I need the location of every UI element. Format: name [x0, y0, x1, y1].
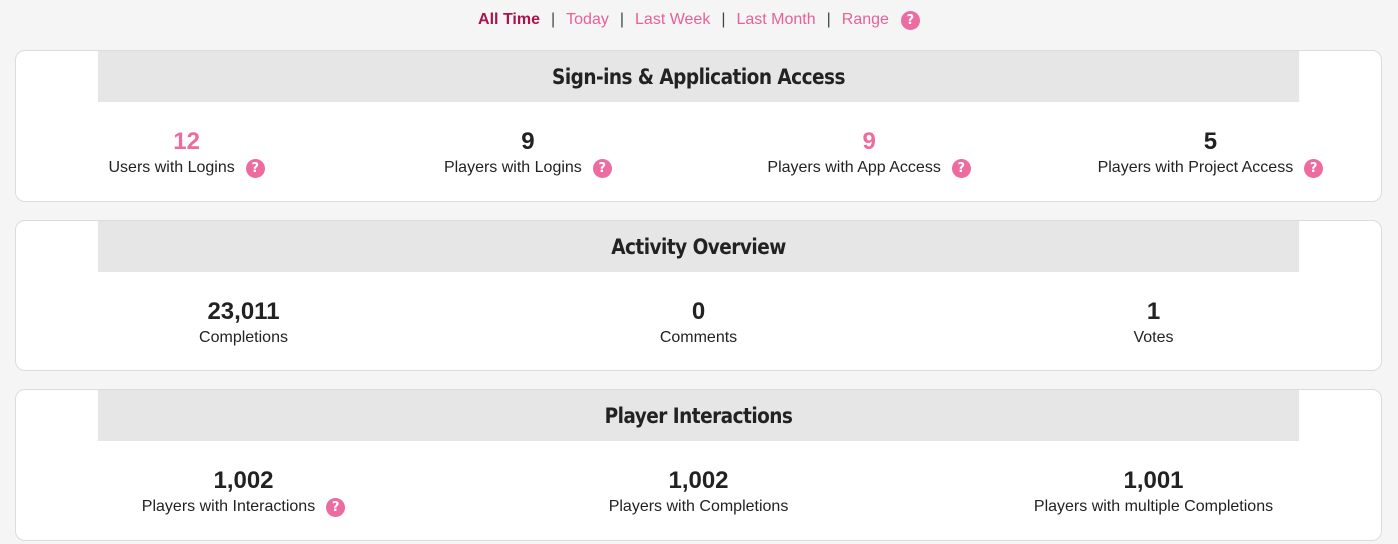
stat-label: Players with Logins	[443, 159, 582, 176]
stat-value: 0	[691, 298, 706, 325]
stat-votes: 1 Votes	[926, 297, 1381, 347]
stat-label: Players with App Access	[767, 159, 941, 176]
stat-value: 1	[1146, 298, 1161, 325]
stat-players-with-multiple-completions: 1,001 Players with multiple Completions	[926, 466, 1381, 516]
stat-players-with-completions: 1,002 Players with Completions	[471, 466, 926, 516]
filter-separator: |	[551, 11, 556, 28]
question-circle-icon[interactable]: ?	[245, 158, 265, 178]
stat-players-with-interactions: 1,002 Players with Interactions ?	[16, 466, 471, 517]
stat-value: 23,011	[207, 298, 280, 325]
stat-value: 1,002	[213, 466, 274, 494]
filter-separator: |	[721, 11, 726, 28]
stat-completions: 23,011 Completions	[16, 297, 471, 347]
filter-last-week[interactable]: Last Week	[635, 11, 710, 29]
stat-users-with-logins: 12 Users with Logins ?	[16, 127, 357, 178]
stat-value: 5	[1203, 127, 1218, 155]
question-circle-icon[interactable]: ?	[900, 10, 920, 30]
filter-all-time[interactable]: All Time	[478, 11, 540, 29]
stat-label: Completions	[199, 329, 288, 346]
stats-row: 1,002 Players with Interactions ? 1,002 …	[16, 441, 1381, 540]
stat-label: Comments	[659, 329, 738, 346]
question-circle-icon[interactable]: ?	[951, 158, 971, 178]
question-circle-icon[interactable]: ?	[326, 497, 346, 517]
stat-players-with-project-access: 5 Players with Project Access ?	[1040, 127, 1381, 178]
stat-label: Votes	[1133, 329, 1174, 346]
signins-card: Sign-ins & Application Access 12 Users w…	[15, 50, 1382, 202]
stat-label: Users with Logins	[108, 159, 235, 176]
section-title: Activity Overview	[97, 221, 1300, 272]
stat-value[interactable]: 12	[16, 127, 357, 157]
stat-label: Players with multiple Completions	[1033, 498, 1274, 515]
stat-value[interactable]: 9	[699, 127, 1040, 157]
stat-comments: 0 Comments	[471, 297, 926, 347]
question-circle-icon[interactable]: ?	[1304, 158, 1324, 178]
activity-card: Activity Overview 23,011 Completions 0 C…	[15, 220, 1382, 371]
stat-value: 1,002	[668, 467, 729, 494]
stats-row: 12 Users with Logins ? 9 Players with Lo…	[16, 102, 1381, 201]
stat-label: Players with Interactions	[141, 498, 316, 515]
filter-today[interactable]: Today	[566, 11, 609, 29]
filter-last-month[interactable]: Last Month	[736, 11, 815, 29]
question-circle-icon[interactable]: ?	[592, 158, 612, 178]
section-title: Sign-ins & Application Access	[97, 51, 1300, 102]
stat-value: 9	[521, 127, 535, 155]
filter-range[interactable]: Range	[842, 11, 889, 29]
stat-value: 1,001	[1123, 467, 1184, 494]
stats-row: 23,011 Completions 0 Comments 1 Votes	[16, 272, 1381, 370]
filter-separator: |	[619, 11, 625, 28]
stat-label: Players with Project Access	[1097, 159, 1294, 176]
stat-players-with-logins: 9 Players with Logins ?	[357, 127, 698, 178]
interactions-card: Player Interactions 1,002 Players with I…	[15, 389, 1382, 541]
stat-label: Players with Completions	[608, 498, 789, 515]
time-filter-bar: All Time | Today | Last Week | Last Mont…	[0, 0, 1398, 40]
filter-separator: |	[826, 11, 831, 28]
section-title: Player Interactions	[97, 390, 1300, 441]
stat-players-with-app-access: 9 Players with App Access ?	[699, 127, 1040, 178]
